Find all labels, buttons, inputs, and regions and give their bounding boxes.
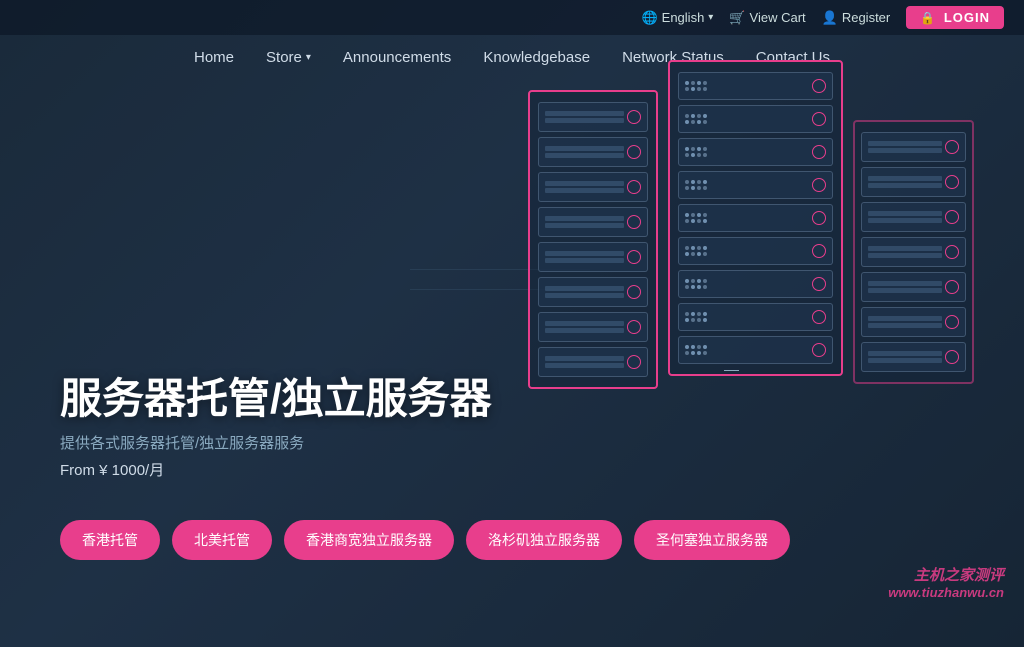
nav-announcements[interactable]: Announcements xyxy=(343,49,451,66)
server-unit xyxy=(538,207,648,237)
server-unit xyxy=(538,137,648,167)
register-label: Register xyxy=(842,10,890,25)
watermark-line2: www.tiuzhanwu.cn xyxy=(888,585,1004,600)
lock-icon xyxy=(920,10,939,25)
language-selector[interactable]: English ▾ xyxy=(641,10,713,26)
server-unit xyxy=(678,303,833,331)
btn-hong-kong-hosting[interactable]: 香港托管 xyxy=(60,520,160,560)
btn-north-america-hosting[interactable]: 北美托管 xyxy=(172,520,272,560)
language-arrow: ▾ xyxy=(708,12,713,23)
category-buttons: 香港托管 北美托管 香港商宽独立服务器 洛杉矶独立服务器 圣何塞独立服务器 xyxy=(60,520,790,560)
user-icon xyxy=(822,10,838,26)
server-unit xyxy=(538,172,648,202)
server-unit xyxy=(678,336,833,364)
server-unit xyxy=(538,277,648,307)
register-link[interactable]: Register xyxy=(822,10,891,26)
server-unit xyxy=(861,342,966,372)
cart-link[interactable]: View Cart xyxy=(729,10,805,26)
nav-home[interactable]: Home xyxy=(194,49,234,66)
server-unit xyxy=(678,270,833,298)
server-unit xyxy=(861,202,966,232)
nav-knowledgebase[interactable]: Knowledgebase xyxy=(483,49,590,66)
server-unit xyxy=(678,171,833,199)
language-label: English xyxy=(662,10,705,25)
login-label: LOGIN xyxy=(944,10,990,25)
hero-subtitle: 提供各式服务器托管/独立服务器服务 xyxy=(60,432,492,453)
cart-icon xyxy=(729,10,745,26)
nav-store[interactable]: Store ▾ xyxy=(266,49,311,66)
login-button[interactable]: LOGIN xyxy=(906,6,1004,29)
globe-icon xyxy=(641,10,657,26)
server-unit xyxy=(861,307,966,337)
server-unit xyxy=(678,237,833,265)
server-unit xyxy=(678,204,833,232)
server-unit xyxy=(678,105,833,133)
main-nav: Home Store ▾ Announcements Knowledgebase… xyxy=(0,35,1024,80)
top-bar: English ▾ View Cart Register LOGIN xyxy=(0,0,1024,35)
server-unit xyxy=(861,272,966,302)
btn-la-server[interactable]: 洛杉矶独立服务器 xyxy=(466,520,622,560)
btn-sanjose-server[interactable]: 圣何塞独立服务器 xyxy=(634,520,790,560)
server-unit xyxy=(678,138,833,166)
server-unit xyxy=(538,347,648,377)
watermark-line1: 主机之家测评 xyxy=(888,564,1004,585)
rack-left xyxy=(528,90,658,389)
rack-right xyxy=(853,120,974,384)
hero-text: 服务器托管/独立服务器 提供各式服务器托管/独立服务器服务 From ¥ 100… xyxy=(60,376,492,480)
server-unit xyxy=(861,132,966,162)
btn-hong-kong-broadband[interactable]: 香港商宽独立服务器 xyxy=(284,520,454,560)
hero-price: From ¥ 1000/月 xyxy=(60,459,492,480)
store-arrow: ▾ xyxy=(306,52,311,63)
server-unit xyxy=(861,237,966,267)
server-unit xyxy=(861,167,966,197)
connector-line xyxy=(724,370,739,371)
server-unit xyxy=(678,72,833,100)
server-unit xyxy=(538,102,648,132)
watermark: 主机之家测评 www.tiuzhanwu.cn xyxy=(888,564,1004,600)
cart-label: View Cart xyxy=(750,10,806,25)
racks-container xyxy=(528,90,974,389)
hero-title: 服务器托管/独立服务器 xyxy=(60,376,492,422)
hero-section: 服务器托管/独立服务器 提供各式服务器托管/独立服务器服务 From ¥ 100… xyxy=(0,80,1024,620)
server-unit xyxy=(538,242,648,272)
server-unit xyxy=(538,312,648,342)
rack-center xyxy=(668,60,843,376)
